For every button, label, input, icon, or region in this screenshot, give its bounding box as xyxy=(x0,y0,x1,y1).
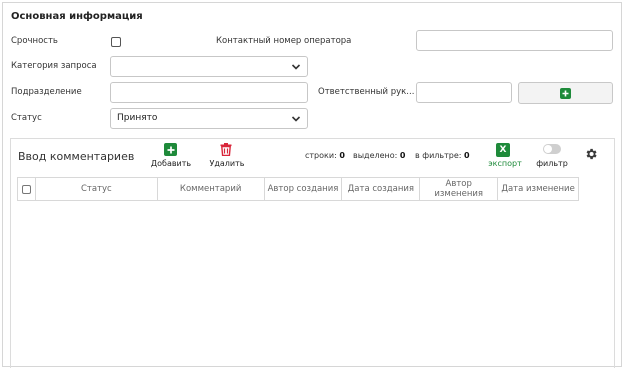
responsible-input[interactable] xyxy=(416,82,512,103)
status-label: Статус xyxy=(11,113,42,123)
filter-toggle[interactable]: фильтр xyxy=(532,143,572,171)
column-header-modified-date[interactable]: Дата изменение xyxy=(498,178,579,200)
comments-title: Ввод комментариев xyxy=(18,150,135,163)
urgency-label: Срочность xyxy=(11,36,58,46)
plus-icon xyxy=(560,88,571,99)
column-header-created-date[interactable]: Дата создания xyxy=(342,178,421,200)
department-input[interactable] xyxy=(110,82,308,103)
chevron-down-icon xyxy=(291,64,301,70)
select-all-cell xyxy=(18,178,36,200)
operator-contact-input[interactable] xyxy=(416,30,613,51)
responsible-label: Ответственный рук... xyxy=(318,87,415,97)
status-value: Принято xyxy=(117,113,158,123)
comments-panel: Ввод комментариев Добавить Удалить строк… xyxy=(10,138,615,368)
selected-label: выделено: xyxy=(353,151,398,160)
gear-icon[interactable] xyxy=(584,147,598,161)
filtered-label: в фильтре: xyxy=(415,151,462,160)
filtered-value: 0 xyxy=(464,151,470,160)
delete-comment-label: Удалить xyxy=(209,159,245,168)
column-header-comment[interactable]: Комментарий xyxy=(158,178,265,200)
comments-grid-header: Статус Комментарий Автор создания Дата с… xyxy=(17,177,579,201)
export-button[interactable]: X экспорт xyxy=(485,143,525,171)
main-info-panel: Основная информация Срочность Контактный… xyxy=(2,2,622,368)
category-select[interactable] xyxy=(110,56,308,77)
rows-value: 0 xyxy=(339,151,345,160)
chevron-down-icon xyxy=(291,116,301,122)
selected-value: 0 xyxy=(399,151,406,160)
trash-icon xyxy=(220,143,232,156)
add-comment-button[interactable]: Добавить xyxy=(149,143,193,171)
category-label: Категория запроса xyxy=(11,61,97,71)
rows-label: строки: xyxy=(305,151,337,160)
delete-comment-button[interactable]: Удалить xyxy=(205,143,249,171)
export-label: экспорт xyxy=(488,159,522,168)
filter-label: фильтр xyxy=(536,159,568,168)
column-header-created-by[interactable]: Автор создания xyxy=(265,178,343,200)
add-responsible-button[interactable] xyxy=(518,82,613,104)
column-header-modified-by[interactable]: Автор изменения xyxy=(420,178,499,200)
excel-icon: X xyxy=(496,143,510,157)
plus-icon xyxy=(164,143,177,156)
status-select[interactable]: Принято xyxy=(110,108,308,129)
column-header-status[interactable]: Статус xyxy=(36,178,158,200)
add-comment-label: Добавить xyxy=(150,159,192,168)
filtered-count: в фильтре: 0 xyxy=(415,151,470,160)
select-all-checkbox[interactable] xyxy=(21,184,31,194)
urgency-checkbox[interactable] xyxy=(111,37,121,47)
toggle-switch[interactable] xyxy=(543,144,561,154)
selected-count: выделено: 0 xyxy=(353,151,405,160)
department-label: Подразделение xyxy=(11,87,82,97)
section-title: Основная информация xyxy=(11,11,143,22)
operator-contact-label: Контактный номер оператора xyxy=(216,36,352,46)
rows-count: строки: 0 xyxy=(305,151,345,160)
